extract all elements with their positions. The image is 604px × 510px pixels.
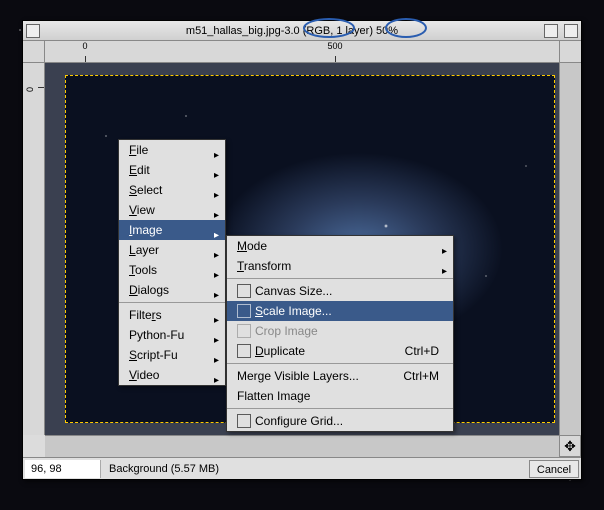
navigation-button[interactable]: ✥ <box>559 435 581 457</box>
menu-item-label: Filters <box>129 308 162 322</box>
menu-item-icon <box>237 324 251 338</box>
layer-info: Background (5.57 MB) <box>103 463 527 475</box>
statusbar: 96, 98 Background (5.57 MB) Cancel <box>23 457 581 479</box>
menu-item-label: Layer <box>129 243 159 257</box>
menu-shortcut: Ctrl+D <box>405 344 439 358</box>
image-window: m51_hallas_big.jpg-3.0 (RGB, 1 layer) 50… <box>22 20 582 480</box>
image-submenu-item-duplicate[interactable]: Duplicate Ctrl+D <box>227 341 453 361</box>
menu-item-label: Video <box>129 368 159 382</box>
menu-item-label: Transform <box>237 259 291 273</box>
menu-item-icon <box>237 414 251 428</box>
context-menu-item-script-fu[interactable]: Script-Fu <box>119 345 225 365</box>
menu-item-label: Edit <box>129 163 150 177</box>
context-menu-item-select[interactable]: Select <box>119 180 225 200</box>
ruler-tick-label: 0 <box>25 87 35 92</box>
context-menu-item-edit[interactable]: Edit <box>119 160 225 180</box>
cancel-button[interactable]: Cancel <box>529 460 579 478</box>
context-menu-item-layer[interactable]: Layer <box>119 240 225 260</box>
window-menu-button[interactable] <box>26 24 40 38</box>
image-submenu-item-merge-visible-layers[interactable]: Merge Visible Layers... Ctrl+M <box>227 366 453 386</box>
image-submenu-item-crop-image: Crop Image <box>227 321 453 341</box>
menu-item-label: Canvas Size... <box>255 284 332 298</box>
context-menu-item-filters[interactable]: Filters <box>119 305 225 325</box>
scrollbar-horizontal[interactable] <box>45 435 559 457</box>
context-menu[interactable]: File Edit Select View Image Layer Tools Dialogs… <box>118 139 226 386</box>
image-submenu-item-flatten-image[interactable]: Flatten Image <box>227 386 453 406</box>
menu-separator <box>227 278 453 279</box>
ruler-horizontal[interactable]: 0 500 <box>45 41 559 63</box>
titlebar[interactable]: m51_hallas_big.jpg-3.0 (RGB, 1 layer) 50… <box>23 21 581 41</box>
maximize-button[interactable] <box>564 24 578 38</box>
menu-item-label: Crop Image <box>255 324 318 338</box>
image-submenu[interactable]: Mode Transform Canvas Size... Scale Image..… <box>226 235 454 432</box>
menu-item-label: Duplicate <box>255 344 305 358</box>
context-menu-item-dialogs[interactable]: Dialogs <box>119 280 225 300</box>
menu-item-label: Dialogs <box>129 283 169 297</box>
menu-separator <box>119 302 225 303</box>
menu-item-label: File <box>129 143 148 157</box>
menu-item-label: Image <box>129 223 162 237</box>
image-submenu-item-mode[interactable]: Mode <box>227 236 453 256</box>
menu-shortcut: Ctrl+M <box>403 369 439 383</box>
context-menu-item-tools[interactable]: Tools <box>119 260 225 280</box>
menu-item-label: Merge Visible Layers... <box>237 369 359 383</box>
context-menu-item-image[interactable]: Image <box>119 220 225 240</box>
ruler-corner-right <box>559 41 581 63</box>
image-submenu-item-configure-grid[interactable]: Configure Grid... <box>227 411 453 431</box>
menu-item-label: View <box>129 203 155 217</box>
menu-item-label: Tools <box>129 263 157 277</box>
context-menu-item-file[interactable]: File <box>119 140 225 160</box>
image-submenu-item-transform[interactable]: Transform <box>227 256 453 276</box>
menu-item-label: Script-Fu <box>129 348 178 362</box>
context-menu-item-python-fu[interactable]: Python-Fu <box>119 325 225 345</box>
minimize-button[interactable] <box>544 24 558 38</box>
ruler-vertical[interactable]: 0 <box>23 63 45 435</box>
menu-item-icon <box>237 304 251 318</box>
ruler-tick-label: 500 <box>327 41 342 51</box>
menu-item-label: Configure Grid... <box>255 414 343 428</box>
context-menu-item-view[interactable]: View <box>119 200 225 220</box>
cursor-coords: 96, 98 <box>25 460 101 478</box>
menu-separator <box>227 363 453 364</box>
menu-item-label: Python-Fu <box>129 328 184 342</box>
menu-item-label: Scale Image... <box>255 304 332 318</box>
menu-separator <box>227 408 453 409</box>
menu-item-label: Flatten Image <box>237 389 310 403</box>
menu-item-icon <box>237 344 251 358</box>
menu-item-icon <box>237 284 251 298</box>
image-submenu-item-scale-image[interactable]: Scale Image... <box>227 301 453 321</box>
image-submenu-item-canvas-size[interactable]: Canvas Size... <box>227 281 453 301</box>
scrollbar-vertical[interactable] <box>559 63 581 435</box>
menu-item-label: Mode <box>237 239 267 253</box>
menu-item-label: Select <box>129 183 162 197</box>
window-title: m51_hallas_big.jpg-3.0 (RGB, 1 layer) 50… <box>43 25 541 37</box>
ruler-tick-label: 0 <box>82 41 87 51</box>
context-menu-item-video[interactable]: Video <box>119 365 225 385</box>
ruler-corner[interactable] <box>23 41 45 63</box>
